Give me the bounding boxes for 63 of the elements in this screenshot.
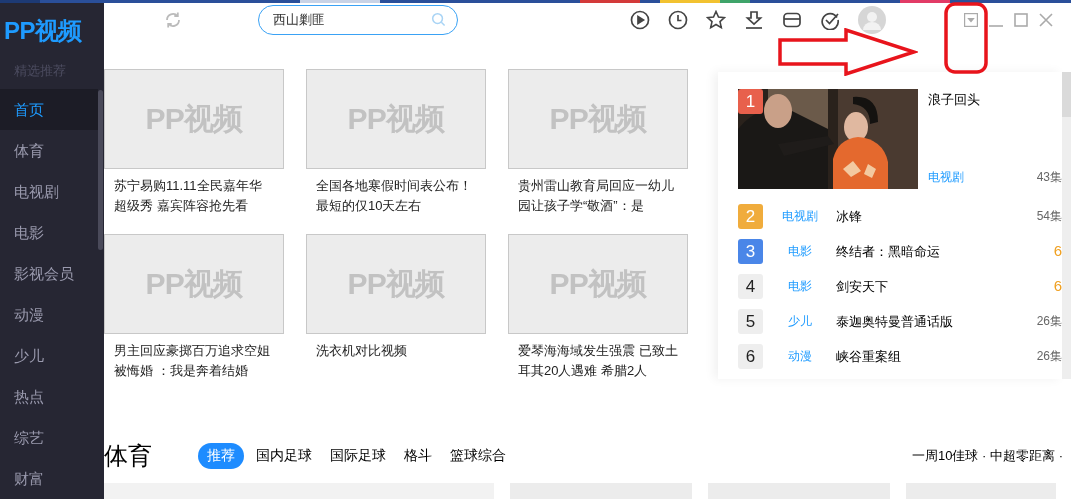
nav-item[interactable]: 体育 [0,130,104,171]
tab[interactable]: 篮球综合 [444,442,512,469]
tab[interactable]: 国际足球 [324,442,392,469]
tab[interactable]: 格斗 [398,442,438,469]
download-icon[interactable] [744,10,764,31]
refresh-icon[interactable] [164,11,182,30]
nav-item[interactable]: 热点 [0,376,104,417]
nav-item[interactable]: 电视剧 [0,171,104,212]
highlight-outline [944,2,988,74]
nav-item[interactable]: 电影 [0,212,104,253]
video-title[interactable]: 男主回应豪掷百万追求空姐被悔婚 ：我是奔着结婚 [104,340,284,381]
scrollbar[interactable] [98,90,103,250]
video-title[interactable]: 峡谷重案组 [836,346,1037,366]
video-title[interactable]: 泰迦奥特曼普通话版 [836,311,1037,331]
video-title[interactable]: 全国各地寒假时间表公布！最短的仅10天左右 [306,175,486,216]
search-field[interactable]: 西山剿匪 [258,5,458,36]
video-title[interactable]: 浪子回头 [928,89,1062,110]
sports-links[interactable]: 一周10佳球 · 中超零距离 · [912,446,1071,466]
video-title[interactable]: 苏宁易购11.11全民嘉年华超级秀 嘉宾阵容抢先看 [104,175,284,216]
tab[interactable]: 推荐 [198,442,244,469]
nav-item[interactable]: 动漫 [0,294,104,335]
dropdown-icon[interactable] [964,13,978,28]
search-icon[interactable] [431,12,446,28]
nav-item[interactable]: 财富 [0,458,104,499]
clock-icon[interactable] [668,10,688,31]
rank-badge: 5 [738,308,763,334]
nav-item[interactable]: 综艺 [0,417,104,458]
episode-count: 26集 [1036,348,1062,366]
video-title[interactable]: 爱琴海海域发生强震 已致土耳其20人遇难 希腊2人 [508,340,688,381]
section-title: 体育 [104,440,153,471]
rating-score: 6 [1053,241,1062,261]
category-label[interactable]: 少儿 [787,312,812,331]
episode-count: 43集 [1036,168,1062,186]
category-label[interactable]: 动漫 [787,347,812,366]
category-label[interactable]: 电影 [787,242,812,261]
play-icon[interactable] [630,10,650,31]
app-logo[interactable]: PP视频 [4,13,82,50]
maximize-icon[interactable] [1014,13,1028,28]
video-title[interactable]: 冰锋 [836,206,1037,226]
close-icon[interactable] [1039,13,1053,28]
video-title[interactable]: 贵州雷山教育局回应一幼儿园让孩子学“敬酒”：是 [508,175,688,216]
video-title[interactable]: 剑安天下 [836,276,1054,296]
star-icon[interactable] [706,10,726,31]
check-circle-icon[interactable] [820,10,840,31]
episode-count: 26集 [1036,313,1062,331]
rank-badge: 6 [738,343,763,369]
video-title[interactable]: 终结者：黑暗命运 [836,241,1054,261]
rank-badge: 3 [738,238,763,264]
rating-score: 6 [1053,276,1062,296]
rank-badge: 4 [738,273,763,299]
episode-count: 54集 [1036,208,1062,226]
nav-item[interactable]: 首页 [0,89,98,130]
nav-item[interactable]: 影视会员 [0,253,104,294]
category-label[interactable]: 电视剧 [781,207,818,226]
category-label[interactable]: 电视剧 [928,167,964,186]
rank-badge: 2 [738,203,763,229]
category-label[interactable]: 电影 [787,277,812,296]
avatar-icon[interactable] [858,6,886,35]
video-title[interactable]: 洗衣机对比视频 [306,340,486,361]
scrollbar[interactable] [1062,71,1071,379]
nav-item[interactable]: 少儿 [0,335,104,376]
rank-badge: 1 [738,88,763,114]
tab[interactable]: 国内足球 [250,442,318,469]
